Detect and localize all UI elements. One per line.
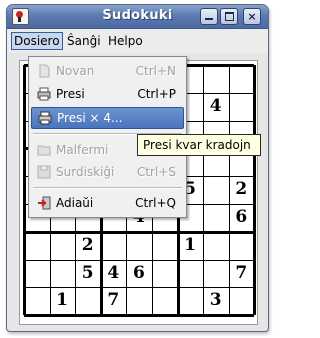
title-bar[interactable]: Sudokuki ×: [7, 5, 268, 29]
menu-shanghi-label: Ŝanĝi: [67, 34, 101, 48]
menu-separator: [33, 187, 182, 189]
sudoku-cell-digit[interactable]: 2: [229, 176, 254, 203]
open-folder-icon: [37, 145, 51, 156]
sudokuki-window: Sudokuki × Dosiero Ŝanĝi Helpo 452462154…: [6, 4, 269, 332]
maximize-icon: [224, 12, 234, 21]
minimize-icon: [205, 18, 213, 20]
menu-shanghi[interactable]: Ŝanĝi: [64, 33, 104, 49]
grid-line-horizontal: [24, 230, 255, 234]
close-icon: ×: [247, 10, 257, 23]
sudoku-cell-digit[interactable]: 1: [178, 232, 203, 259]
menu-bar: Dosiero Ŝanĝi Helpo: [7, 29, 268, 53]
menu-item-label: Presi: [56, 87, 85, 101]
menu-item-label: Malfermi: [56, 143, 109, 157]
sudoku-cell-digit[interactable]: 6: [229, 204, 254, 231]
printer-icon: [37, 87, 51, 101]
menu-item-label: Surdiskiĝi: [56, 165, 115, 179]
menu-item-presi-x4[interactable]: Presi × 4...: [31, 107, 184, 129]
menu-helpo-label: Helpo: [108, 34, 143, 48]
minimize-button[interactable]: [200, 8, 218, 25]
menu-item-label: Novan: [56, 64, 95, 78]
save-disk-icon: [37, 165, 51, 179]
close-button[interactable]: ×: [243, 8, 261, 25]
menu-item-accel: Ctrl+S: [136, 165, 176, 179]
menu-item-label: Adiaŭi: [56, 196, 94, 210]
new-file-icon: [39, 64, 50, 78]
menu-item-accel: Ctrl+P: [137, 87, 176, 101]
sudoku-cell-digit[interactable]: 4: [101, 260, 126, 287]
maximize-button[interactable]: [220, 8, 238, 25]
menu-item-accel: Ctrl+N: [135, 64, 176, 78]
sudoku-cell-digit[interactable]: 7: [229, 260, 254, 287]
tooltip: Presi kvar kradojn: [137, 134, 261, 156]
menu-item-surdiskigi[interactable]: Surdiskiĝi Ctrl+S: [31, 162, 182, 182]
grid-line-vertical: [23, 65, 26, 316]
exit-icon: [38, 196, 51, 210]
menu-item-adiaui[interactable]: Adiaŭi Ctrl+Q: [31, 193, 182, 213]
menu-item-novan[interactable]: Novan Ctrl+N: [31, 61, 182, 81]
sudoku-cell-digit[interactable]: 3: [203, 287, 228, 314]
sudoku-cell-digit[interactable]: 4: [203, 93, 228, 120]
menu-item-accel: Ctrl+Q: [135, 196, 176, 210]
sudoku-cell-digit[interactable]: 7: [101, 287, 126, 314]
sudoku-cell-digit[interactable]: 2: [75, 232, 100, 259]
sudoku-cell-digit[interactable]: 6: [126, 260, 151, 287]
sudoku-cell-digit[interactable]: 5: [75, 260, 100, 287]
sudoku-cell-digit[interactable]: 1: [50, 287, 75, 314]
menu-item-presi[interactable]: Presi Ctrl+P: [31, 84, 182, 104]
menu-helpo[interactable]: Helpo: [105, 33, 146, 49]
grid-line-horizontal: [24, 314, 255, 318]
menu-item-label: Presi × 4...: [57, 111, 123, 125]
menu-dosiero[interactable]: Dosiero: [11, 32, 63, 50]
printer-icon: [38, 111, 52, 125]
menu-dosiero-label: Dosiero: [14, 34, 60, 48]
grid-line-vertical: [253, 65, 257, 316]
